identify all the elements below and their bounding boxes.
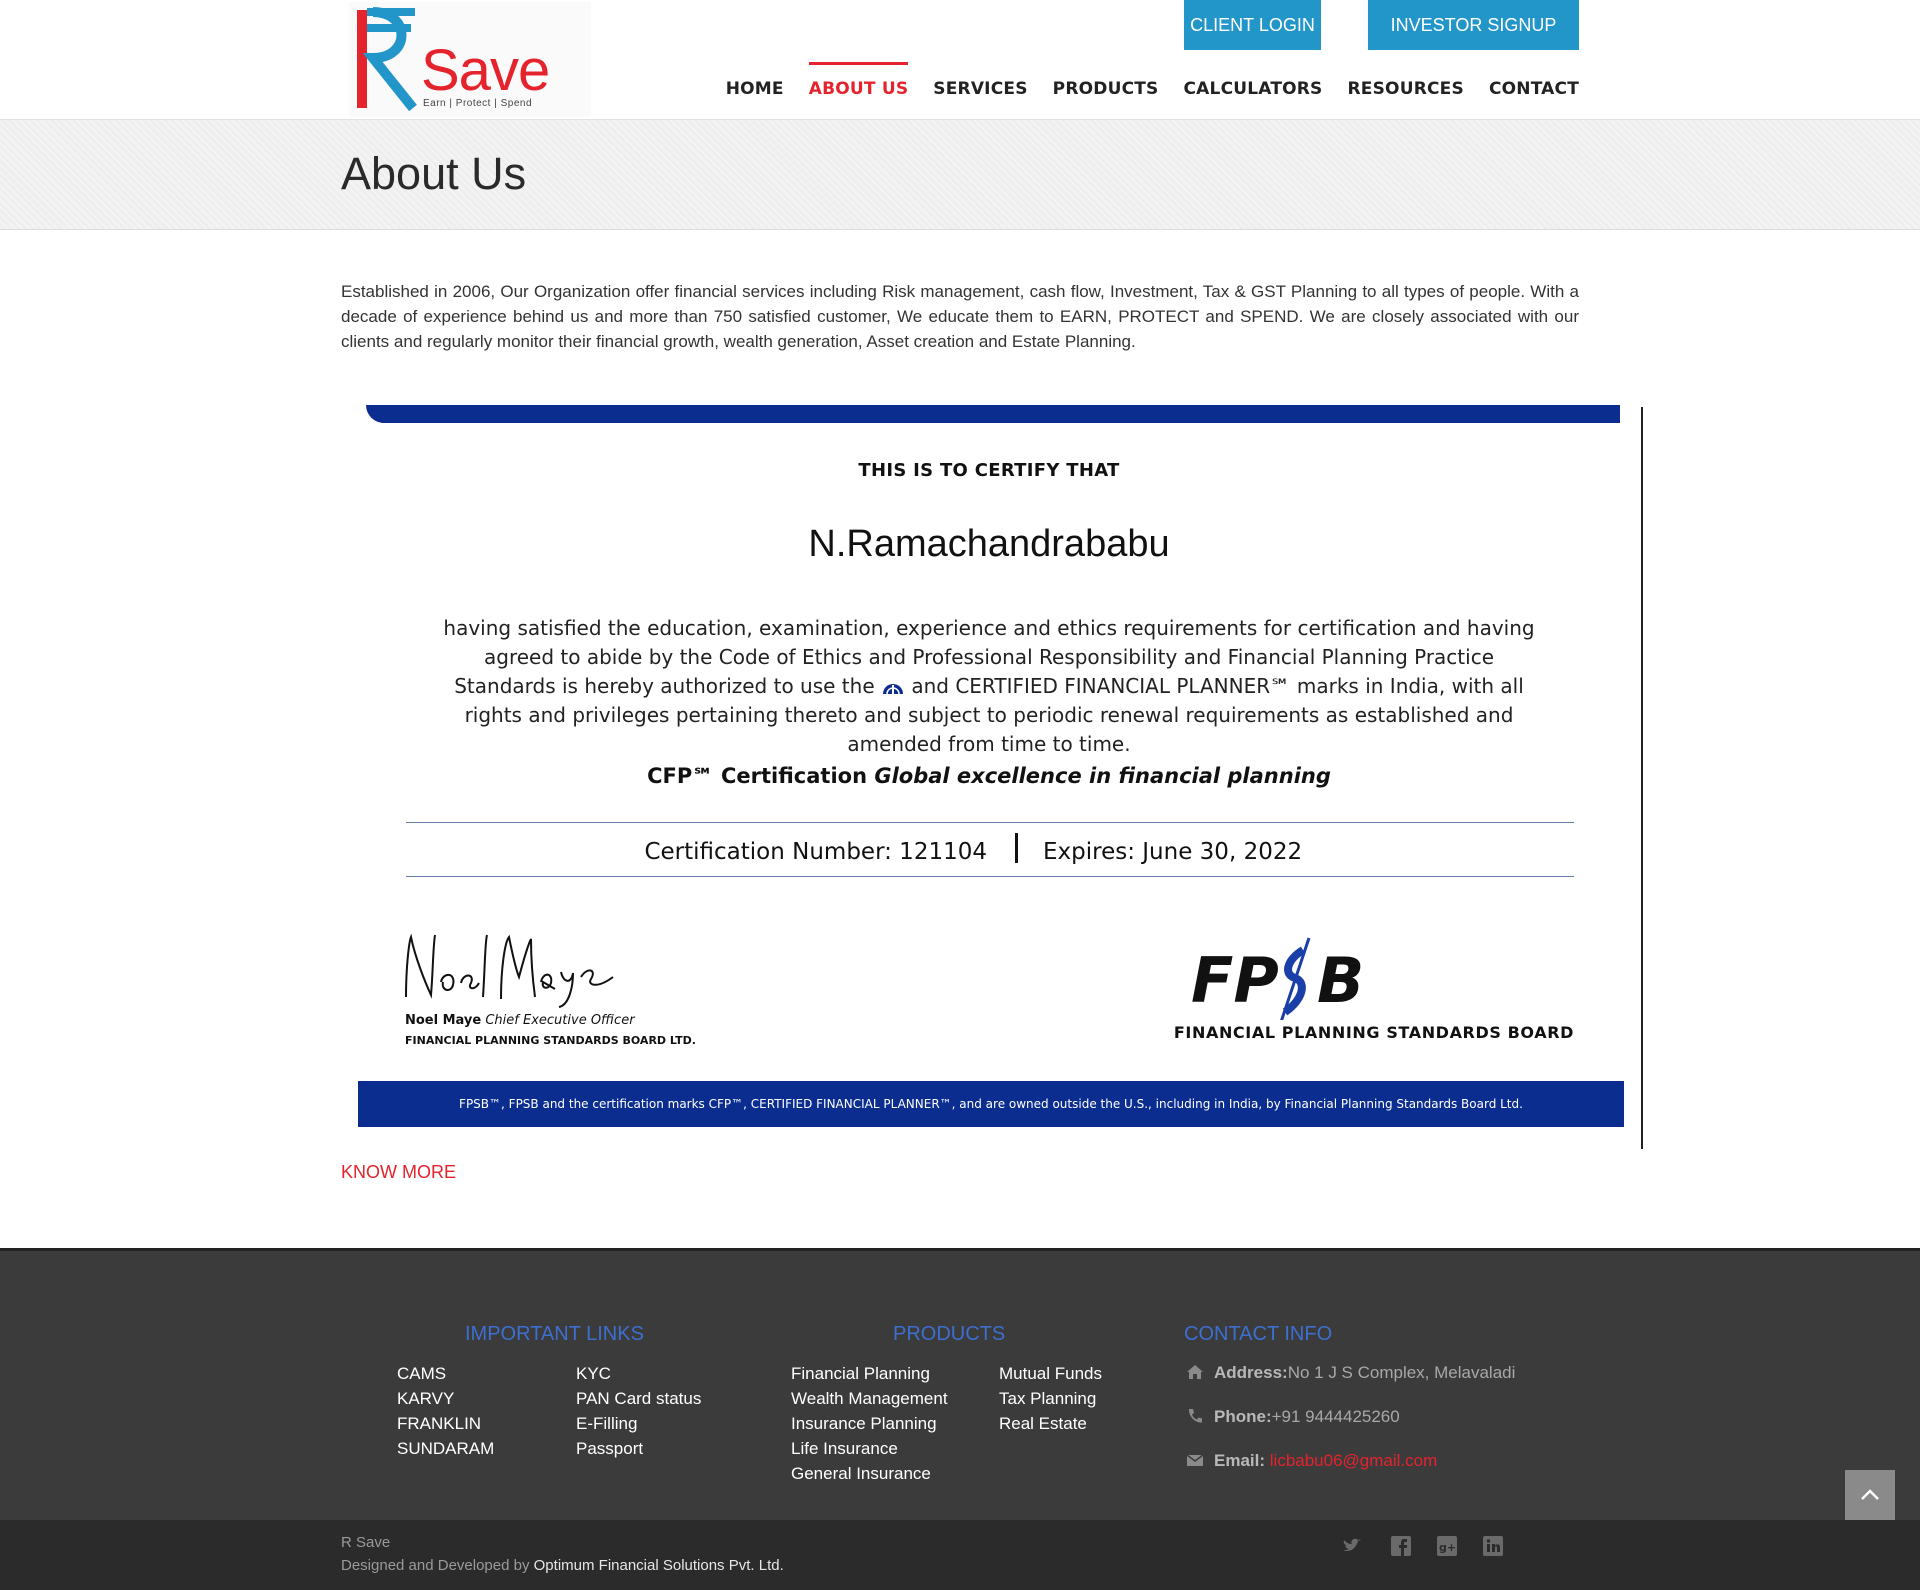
home-icon	[1187, 1365, 1203, 1379]
contact-phone: Phone:+91 9444425260	[1186, 1407, 1400, 1427]
footer-product-mutual-funds[interactable]: Mutual Funds	[999, 1361, 1102, 1386]
google-plus-icon: g+	[1437, 1536, 1457, 1556]
cfp-certificate-image: THIS IS TO CERTIFY THAT N.Ramachandrabab…	[341, 405, 1643, 1149]
fpsb-logo: FP B	[1191, 937, 1364, 1020]
signature-image	[405, 933, 614, 1008]
email-label: Email:	[1214, 1451, 1266, 1470]
phone-icon	[1188, 1409, 1202, 1423]
know-more-link[interactable]: KNOW MORE	[341, 1162, 456, 1183]
certificate-rule	[406, 876, 1574, 877]
back-to-top-button[interactable]	[1845, 1470, 1895, 1520]
cfp-mark-icon	[882, 683, 903, 694]
certificate-heading: THIS IS TO CERTIFY THAT	[858, 460, 1120, 481]
logo-text: Save	[421, 38, 550, 103]
svg-text:B: B	[1317, 944, 1364, 1017]
certificate-holder-name: N.Ramachandrababu	[808, 523, 1170, 565]
certificate-footnote: FPSB™, FPSB and the certification marks …	[358, 1081, 1624, 1127]
credit-prefix: Designed and Developed by	[341, 1557, 534, 1574]
signer-name: Noel Maye	[405, 1013, 482, 1028]
footer-link-sundaram[interactable]: SUNDARAM	[397, 1436, 494, 1461]
contact-address: Address:No 1 J S Complex, Melavaladi	[1186, 1363, 1515, 1383]
certificate-tagline: CFP℠ Certification Global excellence in …	[341, 764, 1637, 788]
footer-link-passport[interactable]: Passport	[576, 1436, 701, 1461]
twitter-icon	[1343, 1538, 1361, 1551]
copyright-brand: R Save	[341, 1534, 391, 1551]
signer-line: Noel Maye Chief Executive Officer	[405, 1013, 635, 1028]
certificate-edge	[1641, 407, 1643, 1149]
nav-home[interactable]: HOME	[726, 62, 784, 117]
twitter-link[interactable]	[1341, 1535, 1363, 1557]
address-label: Address:	[1214, 1363, 1288, 1382]
signer-organization: FINANCIAL PLANNING STANDARDS BOARD LTD.	[405, 1034, 696, 1047]
about-intro-text: Established in 2006, Our Organization of…	[341, 282, 1579, 351]
chevron-up-icon	[1861, 1489, 1879, 1500]
site-logo[interactable]: Save Earn | Protect | Spend	[349, 2, 591, 117]
logo-tagline: Earn | Protect | Spend	[423, 98, 533, 109]
investor-signup-button[interactable]: INVESTOR SIGNUP	[1368, 0, 1579, 50]
linkedin-link[interactable]	[1482, 1535, 1504, 1557]
certificate-body: having satisfied the education, examinat…	[441, 614, 1537, 759]
certificate-rule	[406, 822, 1574, 823]
main-nav: HOME ABOUT US SERVICES PRODUCTS CALCULAT…	[701, 62, 1579, 117]
certificate-top-bar	[366, 405, 1620, 423]
footer-link-pan-status[interactable]: PAN Card status	[576, 1386, 701, 1411]
nav-products[interactable]: PRODUCTS	[1053, 62, 1159, 117]
email-link[interactable]: licbabu06@gmail.com	[1270, 1451, 1438, 1470]
tagline-italic: Global excellence in financial planning	[874, 764, 1331, 788]
nav-contact[interactable]: CONTACT	[1489, 62, 1579, 117]
phone-label: Phone:	[1214, 1407, 1272, 1426]
footer-link-franklin[interactable]: FRANKLIN	[397, 1411, 494, 1436]
certification-number: Certification Number: 121104	[644, 839, 987, 865]
facebook-icon	[1391, 1536, 1411, 1556]
tagline-plain: CFP℠ Certification	[647, 764, 868, 788]
footer-product-real-estate[interactable]: Real Estate	[999, 1411, 1102, 1436]
developer-credit: Designed and Developed by Optimum Financ…	[341, 1557, 784, 1574]
nav-calculators[interactable]: CALCULATORS	[1184, 62, 1323, 117]
products-heading: PRODUCTS	[893, 1323, 1006, 1345]
footer-product-financial-planning[interactable]: Financial Planning	[791, 1361, 948, 1386]
signer-title: Chief Executive Officer	[485, 1013, 635, 1028]
footer-product-tax-planning[interactable]: Tax Planning	[999, 1386, 1102, 1411]
board-name: FINANCIAL PLANNING STANDARDS BOARD	[1173, 1023, 1574, 1042]
address-value: No 1 J S Complex, Melavaladi	[1287, 1363, 1516, 1382]
footer-product-insurance-planning[interactable]: Insurance Planning	[791, 1411, 948, 1436]
mail-icon	[1186, 1454, 1204, 1466]
footer-link-kyc[interactable]: KYC	[576, 1361, 701, 1386]
rupee-logo-icon	[357, 7, 417, 112]
products-column-2: Mutual Funds Tax Planning Real Estate	[999, 1361, 1102, 1436]
linkedin-icon	[1483, 1536, 1503, 1556]
footer-link-karvy[interactable]: KARVY	[397, 1386, 494, 1411]
developer-link[interactable]: Optimum Financial Solutions Pvt. Ltd.	[534, 1557, 784, 1574]
svg-text:g+: g+	[1439, 1541, 1456, 1554]
footer-link-e-filling[interactable]: E-Filling	[576, 1411, 701, 1436]
products-column-1: Financial Planning Wealth Management Ins…	[791, 1361, 948, 1486]
footer-product-life-insurance[interactable]: Life Insurance	[791, 1436, 948, 1461]
certification-expiry: Expires: June 30, 2022	[1043, 839, 1303, 865]
page-title: About Us	[341, 148, 527, 199]
phone-value: +91 9444425260	[1271, 1407, 1400, 1426]
nav-about-us[interactable]: ABOUT US	[808, 62, 909, 117]
contact-info-heading: CONTACT INFO	[1184, 1323, 1333, 1345]
client-login-button[interactable]: CLIENT LOGIN	[1184, 0, 1321, 50]
site-header: Save Earn | Protect | Spend CLIENT LOGIN…	[0, 0, 1920, 120]
facebook-link[interactable]	[1390, 1535, 1412, 1557]
page-title-band	[0, 120, 1920, 230]
important-links-column-2: KYC PAN Card status E-Filling Passport	[576, 1361, 701, 1461]
contact-email: Email: licbabu06@gmail.com	[1186, 1451, 1437, 1471]
footer-product-general-insurance[interactable]: General Insurance	[791, 1461, 948, 1486]
bottom-bar	[0, 1520, 1920, 1590]
nav-services[interactable]: SERVICES	[933, 62, 1027, 117]
google-plus-link[interactable]: g+	[1436, 1535, 1458, 1557]
footer-link-cams[interactable]: CAMS	[397, 1361, 494, 1386]
important-links-heading: IMPORTANT LINKS	[465, 1323, 644, 1345]
site-footer	[0, 1248, 1920, 1523]
important-links-column-1: CAMS KARVY FRANKLIN SUNDARAM	[397, 1361, 494, 1461]
nav-resources[interactable]: RESOURCES	[1348, 62, 1464, 117]
certificate-divider	[1015, 833, 1018, 863]
footer-product-wealth-management[interactable]: Wealth Management	[791, 1386, 948, 1411]
svg-text:FP: FP	[1191, 944, 1279, 1017]
